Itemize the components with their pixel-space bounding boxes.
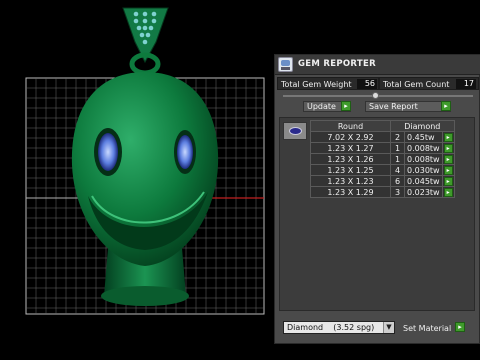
gem-reporter-panel: GEM REPORTER Total Gem Weight 56 Total G… bbox=[274, 54, 480, 344]
column-header-shape: Round bbox=[310, 120, 391, 132]
material-bar: Diamond (3.52 spg) ▼ Set Material ▸ bbox=[275, 317, 479, 343]
gem-count: 4 bbox=[390, 164, 405, 176]
go-arrow-icon: ▸ bbox=[443, 187, 453, 197]
gem-weight: 0.030tw bbox=[404, 164, 443, 176]
table-row: 1.23 X 1.29 3 0.023tw ▸ bbox=[310, 186, 455, 198]
table-row: 1.23 X 1.23 6 0.045tw ▸ bbox=[310, 175, 455, 187]
select-row-button[interactable]: ▸ bbox=[441, 175, 455, 187]
gem-count: 2 bbox=[390, 131, 405, 143]
gem-app-icon bbox=[278, 57, 293, 72]
set-material-label: Set Material bbox=[403, 324, 452, 333]
select-row-button[interactable]: ▸ bbox=[441, 153, 455, 165]
table-header-row: Round Diamond bbox=[310, 120, 455, 132]
chevron-down-icon[interactable]: ▼ bbox=[383, 322, 394, 333]
gem-weight: 0.023tw bbox=[404, 186, 443, 198]
table-row: 7.02 X 2.92 2 0.45tw ▸ bbox=[310, 131, 455, 143]
go-arrow-icon: ▸ bbox=[443, 154, 453, 164]
round-gem-icon bbox=[283, 122, 307, 140]
slider-handle[interactable] bbox=[372, 92, 379, 99]
gem-table: Round Diamond 7.02 X 2.92 2 0.45tw ▸ 1.2… bbox=[310, 120, 455, 198]
set-material-button[interactable]: ▸ bbox=[455, 322, 465, 332]
update-label: Update bbox=[307, 102, 336, 111]
gem-weight: 0.045tw bbox=[404, 175, 443, 187]
3d-viewport[interactable] bbox=[0, 0, 272, 360]
select-row-button[interactable]: ▸ bbox=[441, 142, 455, 154]
select-row-button[interactable]: ▸ bbox=[441, 164, 455, 176]
viewport-canvas bbox=[25, 7, 265, 315]
save-report-go-icon[interactable]: ▸ bbox=[441, 101, 451, 111]
gem-size: 7.02 X 2.92 bbox=[310, 131, 391, 143]
update-button[interactable]: Update ▸ bbox=[303, 101, 351, 112]
gem-count: 1 bbox=[390, 153, 405, 165]
column-header-material: Diamond bbox=[390, 120, 455, 132]
total-weight-row: Total Gem Weight 56 bbox=[277, 77, 379, 90]
total-weight-value: 56 bbox=[357, 79, 377, 89]
select-row-button[interactable]: ▸ bbox=[441, 186, 455, 198]
gem-size: 1.23 X 1.23 bbox=[310, 175, 391, 187]
go-arrow-icon: ▸ bbox=[443, 143, 453, 153]
save-report-label: Save Report bbox=[369, 102, 418, 111]
total-count-label: Total Gem Count bbox=[383, 80, 450, 89]
gem-table-area: Round Diamond 7.02 X 2.92 2 0.45tw ▸ 1.2… bbox=[279, 117, 475, 311]
gem-size: 1.23 X 1.26 bbox=[310, 153, 391, 165]
select-row-button[interactable]: ▸ bbox=[441, 131, 455, 143]
gem-size: 1.23 X 1.25 bbox=[310, 164, 391, 176]
total-count-row: Total Gem Count 17 bbox=[379, 77, 479, 90]
gem-weight: 0.45tw bbox=[404, 131, 443, 143]
table-row: 1.23 X 1.26 1 0.008tw ▸ bbox=[310, 153, 455, 165]
go-arrow-icon: ▸ bbox=[443, 165, 453, 175]
total-weight-label: Total Gem Weight bbox=[281, 80, 352, 89]
material-select[interactable]: Diamond (3.52 spg) ▼ bbox=[283, 321, 395, 334]
go-arrow-icon: ▸ bbox=[443, 176, 453, 186]
material-select-value: Diamond (3.52 spg) bbox=[287, 323, 375, 332]
panel-title: GEM REPORTER bbox=[298, 59, 376, 69]
total-count-value: 17 bbox=[456, 79, 476, 89]
table-row: 1.23 X 1.25 4 0.030tw ▸ bbox=[310, 164, 455, 176]
gem-weight: 0.008tw bbox=[404, 142, 443, 154]
table-row: 1.23 X 1.27 1 0.008tw ▸ bbox=[310, 142, 455, 154]
gem-count: 6 bbox=[390, 175, 405, 187]
gem-count: 3 bbox=[390, 186, 405, 198]
update-go-icon[interactable]: ▸ bbox=[341, 101, 351, 111]
gem-count: 1 bbox=[390, 142, 405, 154]
save-report-button[interactable]: Save Report ▸ bbox=[365, 101, 451, 112]
gem-size: 1.23 X 1.29 bbox=[310, 186, 391, 198]
gem-size: 1.23 X 1.27 bbox=[310, 142, 391, 154]
panel-titlebar: GEM REPORTER bbox=[275, 55, 480, 75]
gem-weight: 0.008tw bbox=[404, 153, 443, 165]
go-arrow-icon: ▸ bbox=[443, 132, 453, 142]
